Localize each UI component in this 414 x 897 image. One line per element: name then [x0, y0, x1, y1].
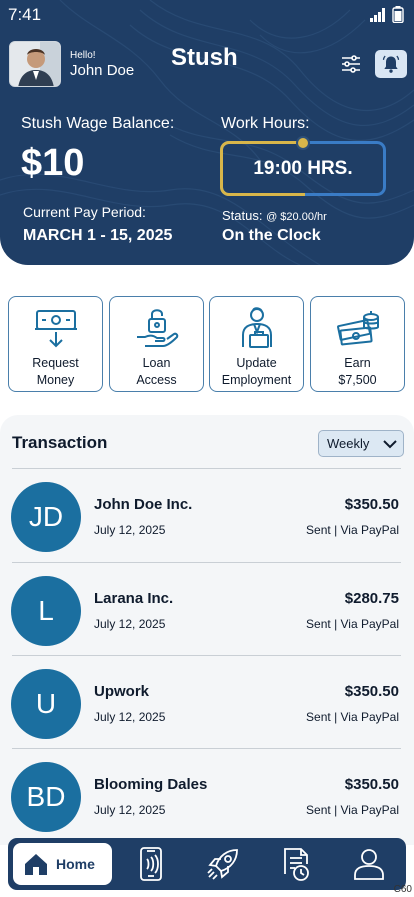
profile-icon[interactable]	[351, 846, 387, 882]
work-hours-label: Work Hours:	[221, 115, 310, 132]
signal-icon	[370, 7, 385, 22]
transactions-title: Transaction	[12, 433, 108, 452]
status-time: 7:41	[8, 5, 42, 24]
transaction-amount: $350.50	[344, 776, 399, 793]
hourly-rate: @ $20.00/hr	[266, 211, 327, 223]
nav-home-label: Home	[56, 856, 95, 872]
transaction-row[interactable]: BD Blooming Dales July 12, 2025 $350.50 …	[11, 748, 401, 840]
employee-briefcase-icon	[241, 307, 272, 348]
period-select[interactable]: Weekly	[318, 430, 404, 457]
transactions-panel: Transaction Weekly JD John Doe Inc. July…	[0, 415, 414, 845]
pay-period-value: MARCH 1 - 15, 2025	[23, 227, 173, 244]
corner-tag: C60	[393, 884, 412, 895]
wage-balance-label: Stush Wage Balance:	[21, 115, 175, 132]
transaction-method: Sent | Via PayPal	[306, 803, 399, 817]
transaction-name: Larana Inc.	[94, 590, 174, 607]
quick-actions: Request Money Loan Access Update Employm…	[8, 296, 406, 392]
request-money-label: Request Money	[32, 356, 79, 387]
bell-icon	[382, 55, 400, 73]
earn-label: Earn $7,500	[338, 356, 377, 387]
pay-period-label: Current Pay Period:	[23, 204, 146, 220]
transaction-method: Sent | Via PayPal	[306, 617, 399, 631]
transaction-date: July 12, 2025	[94, 523, 166, 537]
period-select-value: Weekly	[327, 436, 370, 451]
update-employment-label: Update Employment	[221, 356, 292, 387]
chevron-down-icon	[383, 440, 397, 449]
user-name: John Doe	[70, 62, 135, 79]
transaction-method: Sent | Via PayPal	[306, 710, 399, 724]
bottom-nav: Home	[8, 838, 406, 890]
transaction-row[interactable]: U Upwork July 12, 2025 $350.50 Sent | Vi…	[11, 655, 401, 747]
money-stack-icon	[336, 311, 379, 346]
transaction-amount: $350.50	[344, 496, 399, 513]
status-line: Status: @ $20.00/hr	[222, 208, 327, 223]
status-bar: 7:41	[0, 0, 414, 30]
work-hours-slider-handle[interactable]	[296, 136, 310, 150]
transaction-amount: $280.75	[344, 590, 399, 607]
loan-access-label: Loan Access	[136, 356, 177, 387]
notifications-button[interactable]	[375, 50, 407, 78]
transaction-row[interactable]: L Larana Inc. July 12, 2025 $280.75 Sent…	[11, 562, 401, 654]
transaction-amount: $350.50	[344, 683, 399, 700]
status-icons	[370, 6, 404, 23]
transaction-avatar: BD	[11, 762, 81, 832]
earn-button[interactable]: Earn $7,500	[310, 296, 405, 392]
transaction-date: July 12, 2025	[94, 710, 166, 724]
work-hours-progress	[220, 141, 305, 196]
money-withdraw-icon	[34, 310, 77, 348]
update-employment-button[interactable]: Update Employment	[209, 296, 304, 392]
transaction-avatar: L	[11, 576, 81, 646]
transaction-method: Sent | Via PayPal	[306, 523, 399, 537]
transaction-avatar: JD	[11, 482, 81, 552]
battery-icon	[392, 6, 404, 23]
transaction-name: Blooming Dales	[94, 776, 208, 793]
document-clock-icon[interactable]	[277, 846, 313, 882]
home-icon	[25, 854, 47, 875]
filter-settings-icon[interactable]	[339, 52, 363, 76]
lock-hand-icon	[136, 309, 178, 347]
app-title: Stush	[171, 44, 238, 71]
transaction-name: Upwork	[94, 683, 150, 700]
request-money-button[interactable]: Request Money	[8, 296, 103, 392]
loan-access-button[interactable]: Loan Access	[109, 296, 204, 392]
rocket-icon[interactable]	[205, 846, 241, 882]
transaction-date: July 12, 2025	[94, 803, 166, 817]
user-avatar[interactable]	[9, 41, 61, 87]
transaction-avatar: U	[11, 669, 81, 739]
header-panel: Hello! John Doe Stush Stush Wage Balance…	[0, 0, 414, 265]
transaction-date: July 12, 2025	[94, 617, 166, 631]
transaction-row[interactable]: JD John Doe Inc. July 12, 2025 $350.50 S…	[11, 468, 401, 560]
wage-balance-value: $10	[21, 142, 85, 184]
status-label: Status:	[222, 208, 267, 223]
nav-home[interactable]: Home	[13, 843, 112, 885]
transaction-name: John Doe Inc.	[94, 496, 193, 513]
clock-status-value: On the Clock	[222, 227, 321, 244]
greeting-text: Hello!	[70, 50, 96, 61]
phone-nfc-icon[interactable]	[133, 846, 169, 882]
